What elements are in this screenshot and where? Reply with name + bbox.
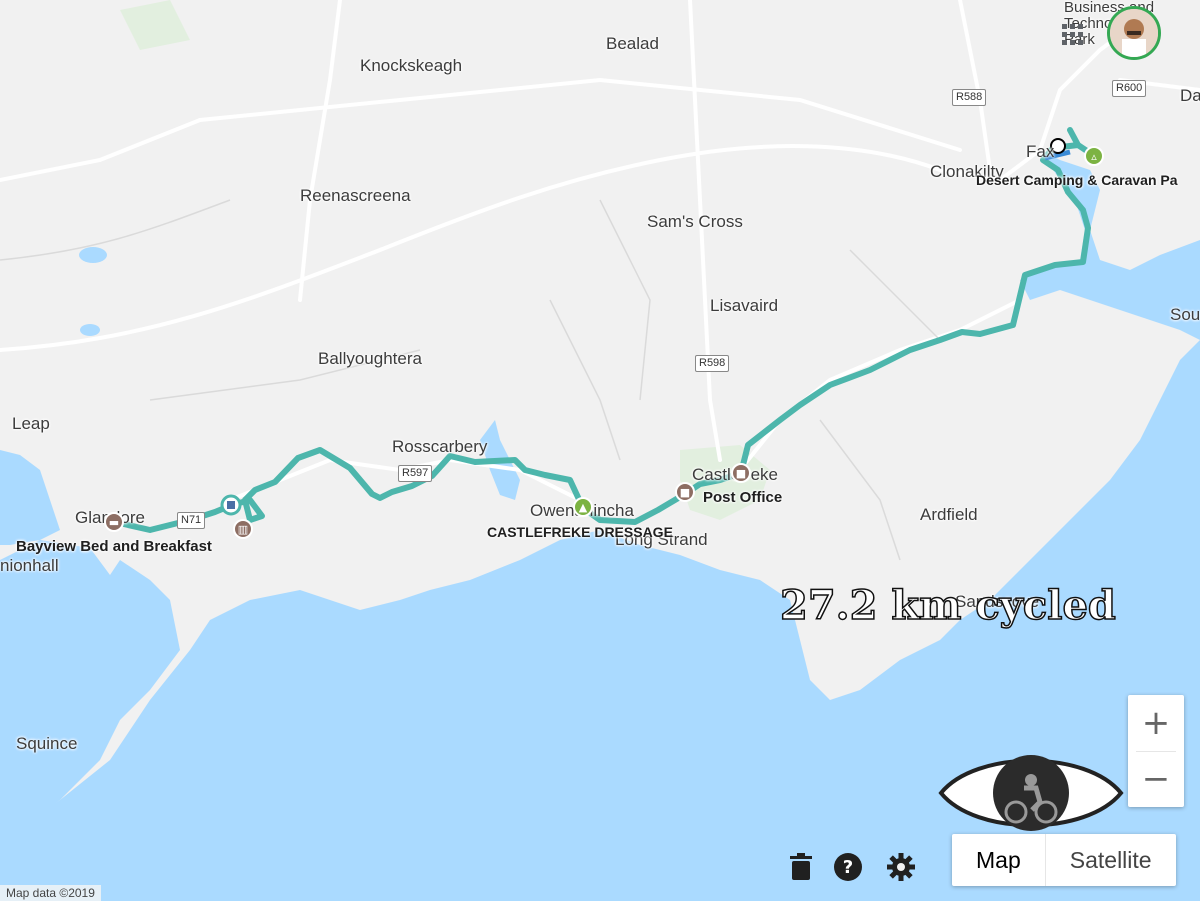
poi-desert-camping-label[interactable]: Desert Camping & Caravan Pa bbox=[976, 172, 1178, 188]
place-bealad: Bealad bbox=[606, 34, 659, 53]
zoom-control: + − bbox=[1128, 695, 1184, 807]
poi-post-office-label[interactable]: Post Office bbox=[703, 489, 782, 506]
delete-button[interactable] bbox=[786, 852, 816, 882]
help-button[interactable]: ? bbox=[833, 852, 863, 882]
road-shield-r600: R600 bbox=[1112, 80, 1147, 97]
campsite-icon[interactable]: ▵ bbox=[1084, 146, 1104, 166]
settings-button[interactable] bbox=[886, 852, 916, 882]
map-attribution[interactable]: Map data ©2019 bbox=[0, 885, 101, 901]
place-faxb: Fax bbox=[1026, 142, 1055, 161]
place-da: Da bbox=[1180, 86, 1200, 105]
distance-caption: 27.2 km cycled bbox=[779, 581, 1116, 630]
museum-icon[interactable]: ▥ bbox=[233, 519, 253, 539]
avatar[interactable] bbox=[1107, 6, 1161, 60]
gear-icon bbox=[887, 853, 915, 881]
place-ballyoughtera: Ballyoughtera bbox=[318, 349, 422, 368]
road-shield-r598: R598 bbox=[695, 355, 730, 372]
map-type-control: Map Satellite bbox=[952, 834, 1176, 886]
trash-icon bbox=[790, 853, 812, 880]
bed-icon[interactable]: ▬ bbox=[104, 512, 124, 532]
place-sams-cross: Sam's Cross bbox=[647, 212, 743, 231]
post-office-icon[interactable]: ■ bbox=[675, 482, 695, 502]
map-type-map-button[interactable]: Map bbox=[952, 834, 1045, 886]
place-squince: Squince bbox=[16, 734, 78, 753]
place-unionhall: nionhall bbox=[0, 556, 59, 575]
road-shield-r597: R597 bbox=[398, 465, 433, 482]
apps-grid-icon[interactable] bbox=[1060, 22, 1086, 48]
road-shield-n71: N71 bbox=[177, 512, 206, 529]
tree-icon[interactable]: ▲ bbox=[573, 497, 593, 517]
road-shield-r588: R588 bbox=[952, 89, 987, 106]
help-icon: ? bbox=[834, 853, 862, 881]
svg-text:?: ? bbox=[843, 857, 853, 878]
place-lisavaird: Lisavaird bbox=[710, 296, 779, 315]
zoom-out-button[interactable]: − bbox=[1128, 751, 1184, 807]
place-sou: Sou bbox=[1170, 305, 1200, 324]
place-knockskeagh: Knockskeagh bbox=[360, 56, 463, 75]
place-reenascreena: Reenascreena bbox=[300, 186, 411, 205]
zoom-in-button[interactable]: + bbox=[1128, 695, 1184, 751]
map-type-satellite-button[interactable]: Satellite bbox=[1046, 834, 1176, 886]
place-rosscarbery: Rosscarbery bbox=[392, 437, 488, 456]
place-ardfield: Ardfield bbox=[920, 505, 978, 524]
poi-castlefreke-dressage-label[interactable]: CASTLEFREKE DRESSAGE bbox=[487, 524, 673, 540]
place-leap: Leap bbox=[12, 414, 50, 433]
cycling-logo bbox=[938, 755, 1124, 831]
post-office-icon-2[interactable]: ■ bbox=[731, 463, 751, 483]
poi-bayview-label[interactable]: Bayview Bed and Breakfast bbox=[16, 538, 212, 555]
